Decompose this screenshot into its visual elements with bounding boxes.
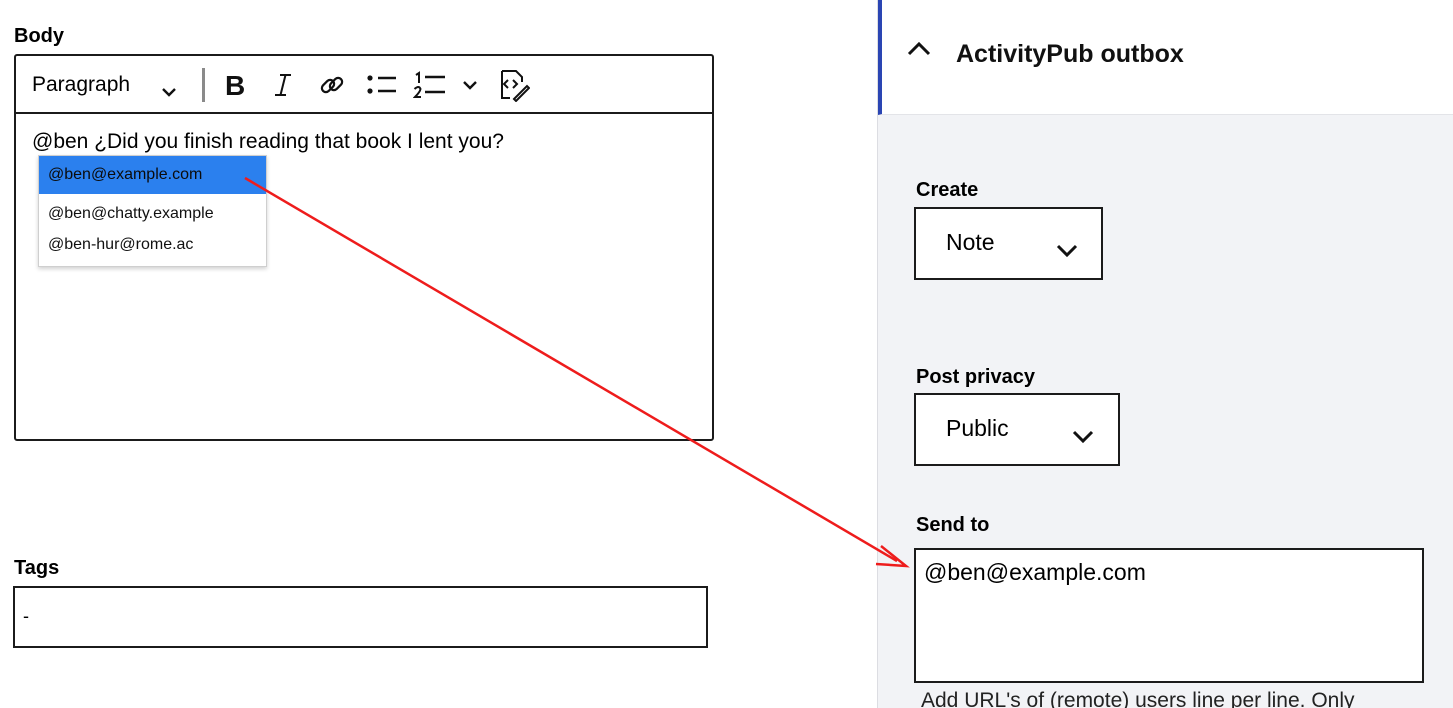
- svg-text:B: B: [225, 72, 245, 98]
- editor-toolbar: Paragraph B: [16, 56, 712, 114]
- send-to-label: Send to: [916, 514, 990, 536]
- post-privacy-select[interactable]: Public: [914, 393, 1120, 466]
- bold-button[interactable]: B: [218, 66, 254, 104]
- numbered-list-icon: [413, 71, 445, 98]
- bulleted-list-icon: [367, 75, 396, 94]
- list-options-dropdown[interactable]: [456, 66, 484, 104]
- create-label: Create: [916, 179, 979, 201]
- send-to-help-text: Add URL's of (remote) users line per lin…: [921, 689, 1355, 708]
- body-label: Body: [14, 25, 64, 47]
- chevron-down-icon: [1056, 237, 1078, 264]
- toolbar-divider: [202, 68, 205, 102]
- create-type-select[interactable]: Note: [914, 207, 1103, 280]
- source-code-button[interactable]: [492, 66, 534, 104]
- chevron-down-icon: [463, 80, 477, 90]
- send-to-textarea[interactable]: @ben@example.com: [914, 548, 1424, 683]
- format-value: Paragraph: [32, 73, 131, 96]
- chevron-down-icon: [161, 80, 177, 104]
- chevron-down-icon: [1072, 423, 1094, 450]
- link-icon: [320, 76, 344, 94]
- editor-content[interactable]: @ben ¿Did you finish reading that book I…: [32, 130, 504, 154]
- mention-option-selected[interactable]: @ben@example.com: [39, 156, 266, 194]
- italic-icon: [275, 74, 291, 96]
- mention-option[interactable]: @ben-hur@rome.ac: [39, 226, 266, 264]
- tags-label: Tags: [14, 557, 60, 579]
- panel-header-toggle[interactable]: ActivityPub outbox: [878, 0, 1453, 115]
- italic-button[interactable]: [266, 66, 300, 104]
- bold-icon: B: [225, 72, 245, 98]
- paragraph-format-dropdown[interactable]: Paragraph: [26, 66, 191, 104]
- source-code-icon: [501, 70, 530, 102]
- link-button[interactable]: [314, 66, 350, 104]
- chevron-up-icon: [906, 40, 932, 63]
- panel-title: ActivityPub outbox: [956, 40, 1184, 68]
- post-privacy-label: Post privacy: [916, 366, 1035, 388]
- numbered-list-button[interactable]: [410, 66, 450, 104]
- post-privacy-value: Public: [946, 415, 1009, 441]
- mention-suggestions-popup: @ben@example.com @ben@chatty.example @be…: [38, 155, 267, 267]
- bulleted-list-button[interactable]: [362, 66, 402, 104]
- tags-input[interactable]: -: [13, 586, 708, 648]
- create-type-value: Note: [946, 229, 995, 255]
